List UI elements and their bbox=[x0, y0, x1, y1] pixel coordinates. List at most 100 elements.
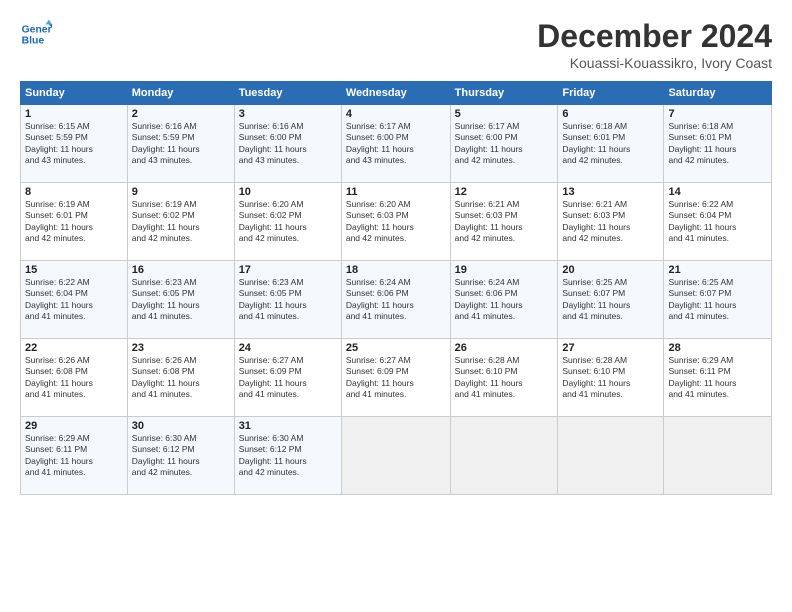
day-cell: 10 Sunrise: 6:20 AMSunset: 6:02 PMDaylig… bbox=[234, 183, 341, 261]
day-cell bbox=[664, 417, 772, 495]
day-detail: Sunrise: 6:27 AMSunset: 6:09 PMDaylight:… bbox=[346, 355, 414, 399]
day-cell: 18 Sunrise: 6:24 AMSunset: 6:06 PMDaylig… bbox=[341, 261, 450, 339]
day-cell: 4 Sunrise: 6:17 AMSunset: 6:00 PMDayligh… bbox=[341, 105, 450, 183]
day-cell: 16 Sunrise: 6:23 AMSunset: 6:05 PMDaylig… bbox=[127, 261, 234, 339]
day-cell: 11 Sunrise: 6:20 AMSunset: 6:03 PMDaylig… bbox=[341, 183, 450, 261]
day-number: 1 bbox=[25, 108, 123, 120]
day-cell: 26 Sunrise: 6:28 AMSunset: 6:10 PMDaylig… bbox=[450, 339, 558, 417]
week-row-4: 22 Sunrise: 6:26 AMSunset: 6:08 PMDaylig… bbox=[21, 339, 772, 417]
svg-text:Blue: Blue bbox=[22, 36, 45, 47]
day-cell: 21 Sunrise: 6:25 AMSunset: 6:07 PMDaylig… bbox=[664, 261, 772, 339]
day-number: 13 bbox=[562, 186, 659, 198]
day-number: 19 bbox=[455, 264, 554, 276]
day-cell: 23 Sunrise: 6:26 AMSunset: 6:08 PMDaylig… bbox=[127, 339, 234, 417]
day-cell: 19 Sunrise: 6:24 AMSunset: 6:06 PMDaylig… bbox=[450, 261, 558, 339]
day-cell: 2 Sunrise: 6:16 AMSunset: 5:59 PMDayligh… bbox=[127, 105, 234, 183]
day-detail: Sunrise: 6:23 AMSunset: 6:05 PMDaylight:… bbox=[239, 277, 307, 321]
day-detail: Sunrise: 6:19 AMSunset: 6:01 PMDaylight:… bbox=[25, 199, 93, 243]
day-cell: 9 Sunrise: 6:19 AMSunset: 6:02 PMDayligh… bbox=[127, 183, 234, 261]
day-number: 26 bbox=[455, 342, 554, 354]
day-number: 15 bbox=[25, 264, 123, 276]
day-cell: 29 Sunrise: 6:29 AMSunset: 6:11 PMDaylig… bbox=[21, 417, 128, 495]
day-number: 21 bbox=[668, 264, 767, 276]
day-detail: Sunrise: 6:20 AMSunset: 6:02 PMDaylight:… bbox=[239, 199, 307, 243]
day-number: 30 bbox=[132, 420, 230, 432]
day-detail: Sunrise: 6:25 AMSunset: 6:07 PMDaylight:… bbox=[562, 277, 630, 321]
day-detail: Sunrise: 6:16 AMSunset: 5:59 PMDaylight:… bbox=[132, 121, 200, 165]
day-cell: 27 Sunrise: 6:28 AMSunset: 6:10 PMDaylig… bbox=[558, 339, 664, 417]
location: Kouassi-Kouassikro, Ivory Coast bbox=[537, 55, 772, 71]
logo-icon: General Blue bbox=[20, 18, 52, 50]
week-row-2: 8 Sunrise: 6:19 AMSunset: 6:01 PMDayligh… bbox=[21, 183, 772, 261]
day-detail: Sunrise: 6:29 AMSunset: 6:11 PMDaylight:… bbox=[668, 355, 736, 399]
col-thursday: Thursday bbox=[450, 82, 558, 105]
day-number: 27 bbox=[562, 342, 659, 354]
day-cell: 14 Sunrise: 6:22 AMSunset: 6:04 PMDaylig… bbox=[664, 183, 772, 261]
day-detail: Sunrise: 6:26 AMSunset: 6:08 PMDaylight:… bbox=[25, 355, 93, 399]
day-cell: 30 Sunrise: 6:30 AMSunset: 6:12 PMDaylig… bbox=[127, 417, 234, 495]
day-detail: Sunrise: 6:21 AMSunset: 6:03 PMDaylight:… bbox=[455, 199, 523, 243]
day-detail: Sunrise: 6:18 AMSunset: 6:01 PMDaylight:… bbox=[668, 121, 736, 165]
day-number: 17 bbox=[239, 264, 337, 276]
day-number: 16 bbox=[132, 264, 230, 276]
page-header: General Blue December 2024 Kouassi-Kouas… bbox=[20, 18, 772, 71]
day-cell: 28 Sunrise: 6:29 AMSunset: 6:11 PMDaylig… bbox=[664, 339, 772, 417]
day-number: 12 bbox=[455, 186, 554, 198]
logo: General Blue bbox=[20, 18, 52, 50]
day-cell: 15 Sunrise: 6:22 AMSunset: 6:04 PMDaylig… bbox=[21, 261, 128, 339]
day-detail: Sunrise: 6:18 AMSunset: 6:01 PMDaylight:… bbox=[562, 121, 630, 165]
day-detail: Sunrise: 6:28 AMSunset: 6:10 PMDaylight:… bbox=[455, 355, 523, 399]
day-number: 22 bbox=[25, 342, 123, 354]
day-cell bbox=[450, 417, 558, 495]
day-detail: Sunrise: 6:19 AMSunset: 6:02 PMDaylight:… bbox=[132, 199, 200, 243]
day-number: 7 bbox=[668, 108, 767, 120]
week-row-3: 15 Sunrise: 6:22 AMSunset: 6:04 PMDaylig… bbox=[21, 261, 772, 339]
day-detail: Sunrise: 6:21 AMSunset: 6:03 PMDaylight:… bbox=[562, 199, 630, 243]
day-detail: Sunrise: 6:20 AMSunset: 6:03 PMDaylight:… bbox=[346, 199, 414, 243]
day-number: 4 bbox=[346, 108, 446, 120]
day-cell: 3 Sunrise: 6:16 AMSunset: 6:00 PMDayligh… bbox=[234, 105, 341, 183]
day-detail: Sunrise: 6:27 AMSunset: 6:09 PMDaylight:… bbox=[239, 355, 307, 399]
day-number: 9 bbox=[132, 186, 230, 198]
col-friday: Friday bbox=[558, 82, 664, 105]
day-number: 25 bbox=[346, 342, 446, 354]
day-cell: 20 Sunrise: 6:25 AMSunset: 6:07 PMDaylig… bbox=[558, 261, 664, 339]
day-number: 2 bbox=[132, 108, 230, 120]
day-number: 10 bbox=[239, 186, 337, 198]
day-cell: 12 Sunrise: 6:21 AMSunset: 6:03 PMDaylig… bbox=[450, 183, 558, 261]
day-detail: Sunrise: 6:17 AMSunset: 6:00 PMDaylight:… bbox=[455, 121, 523, 165]
day-number: 29 bbox=[25, 420, 123, 432]
day-detail: Sunrise: 6:24 AMSunset: 6:06 PMDaylight:… bbox=[455, 277, 523, 321]
day-cell bbox=[341, 417, 450, 495]
day-number: 6 bbox=[562, 108, 659, 120]
calendar-table: Sunday Monday Tuesday Wednesday Thursday… bbox=[20, 81, 772, 495]
day-number: 14 bbox=[668, 186, 767, 198]
day-cell: 8 Sunrise: 6:19 AMSunset: 6:01 PMDayligh… bbox=[21, 183, 128, 261]
col-sunday: Sunday bbox=[21, 82, 128, 105]
title-block: December 2024 Kouassi-Kouassikro, Ivory … bbox=[537, 18, 772, 71]
day-cell: 7 Sunrise: 6:18 AMSunset: 6:01 PMDayligh… bbox=[664, 105, 772, 183]
day-number: 28 bbox=[668, 342, 767, 354]
day-detail: Sunrise: 6:29 AMSunset: 6:11 PMDaylight:… bbox=[25, 433, 93, 477]
day-detail: Sunrise: 6:28 AMSunset: 6:10 PMDaylight:… bbox=[562, 355, 630, 399]
day-cell: 22 Sunrise: 6:26 AMSunset: 6:08 PMDaylig… bbox=[21, 339, 128, 417]
day-detail: Sunrise: 6:26 AMSunset: 6:08 PMDaylight:… bbox=[132, 355, 200, 399]
day-detail: Sunrise: 6:22 AMSunset: 6:04 PMDaylight:… bbox=[25, 277, 93, 321]
day-cell: 24 Sunrise: 6:27 AMSunset: 6:09 PMDaylig… bbox=[234, 339, 341, 417]
day-cell: 5 Sunrise: 6:17 AMSunset: 6:00 PMDayligh… bbox=[450, 105, 558, 183]
day-detail: Sunrise: 6:30 AMSunset: 6:12 PMDaylight:… bbox=[239, 433, 307, 477]
col-monday: Monday bbox=[127, 82, 234, 105]
day-detail: Sunrise: 6:16 AMSunset: 6:00 PMDaylight:… bbox=[239, 121, 307, 165]
day-number: 3 bbox=[239, 108, 337, 120]
day-number: 23 bbox=[132, 342, 230, 354]
day-cell: 13 Sunrise: 6:21 AMSunset: 6:03 PMDaylig… bbox=[558, 183, 664, 261]
header-row: Sunday Monday Tuesday Wednesday Thursday… bbox=[21, 82, 772, 105]
day-detail: Sunrise: 6:30 AMSunset: 6:12 PMDaylight:… bbox=[132, 433, 200, 477]
day-cell bbox=[558, 417, 664, 495]
day-number: 20 bbox=[562, 264, 659, 276]
week-row-5: 29 Sunrise: 6:29 AMSunset: 6:11 PMDaylig… bbox=[21, 417, 772, 495]
day-cell: 25 Sunrise: 6:27 AMSunset: 6:09 PMDaylig… bbox=[341, 339, 450, 417]
week-row-1: 1 Sunrise: 6:15 AMSunset: 5:59 PMDayligh… bbox=[21, 105, 772, 183]
calendar-page: General Blue December 2024 Kouassi-Kouas… bbox=[0, 0, 792, 612]
day-detail: Sunrise: 6:15 AMSunset: 5:59 PMDaylight:… bbox=[25, 121, 93, 165]
